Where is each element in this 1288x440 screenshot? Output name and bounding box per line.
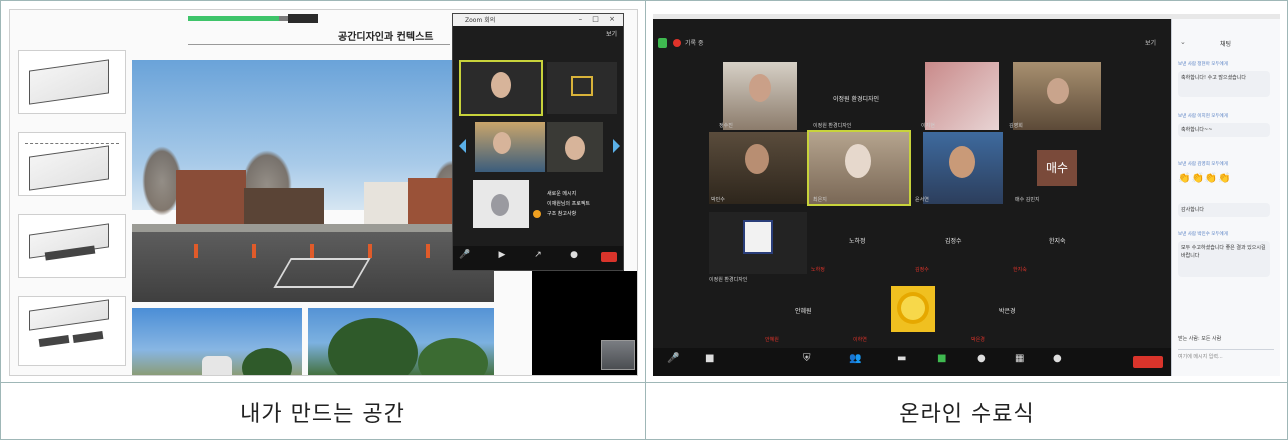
- video-tile-4[interactable]: [1013, 62, 1101, 130]
- column-divider: [645, 0, 646, 440]
- tile-text: 한지숙: [1049, 238, 1066, 245]
- record-icon[interactable]: ●: [569, 250, 579, 260]
- participant-name: 이정원 환경디자인: [709, 277, 748, 283]
- video-tile-7[interactable]: [923, 132, 1003, 204]
- collapse-icon[interactable]: ⌄: [1180, 38, 1186, 46]
- thumbnail-window[interactable]: [601, 340, 635, 370]
- chat-input[interactable]: 여기에 메시지 입력...: [1178, 353, 1223, 360]
- chat-sender: 보낸 사람 이지현 모두에게: [1178, 114, 1228, 119]
- zoom-toolbar: 🎤 ▶ ↗ ●: [453, 246, 623, 270]
- tile-text: 김정수: [945, 238, 962, 245]
- chat-message: 모두 수고하셨습니다 좋은 결과 있으시길 바랍니다: [1178, 241, 1270, 277]
- camera-icon[interactable]: ■: [705, 353, 714, 364]
- diagram-3: [18, 214, 126, 278]
- name-badge: 매수: [1037, 150, 1077, 186]
- chat-recipient[interactable]: 받는 사람: 모든 사람: [1178, 335, 1221, 342]
- chat-sender: 보낸 사람 박민수 모두에게: [1178, 232, 1228, 237]
- participant-name: 최은지: [813, 197, 827, 203]
- reactions-icon[interactable]: ●: [1053, 353, 1062, 364]
- view-button[interactable]: 보기: [1145, 38, 1156, 47]
- zoom-window-title: Zoom 회의: [465, 17, 496, 24]
- participant-name: 김정수: [915, 267, 929, 273]
- prev-page-arrow-icon[interactable]: [459, 139, 466, 153]
- diagram-1: [18, 50, 126, 114]
- record-icon[interactable]: ●: [977, 353, 986, 364]
- camera-icon[interactable]: ▶: [497, 250, 507, 260]
- participant-name: 윤서연: [915, 197, 929, 203]
- chat-message: 감사합니다: [1178, 203, 1270, 217]
- zoom-chat-preview: 새로운 메시지 이재원님의 프로젝트 구조 참고사항: [547, 191, 590, 217]
- participant-name: 매수 김민지: [1015, 197, 1040, 203]
- window-controls[interactable]: – □ ×: [579, 15, 619, 23]
- chat-sender: 보낸 사람 정현아 모두에게: [1178, 62, 1228, 67]
- diagram-4: [18, 296, 126, 366]
- school-logo-icon: [743, 220, 773, 254]
- video-tile-8[interactable]: 매수: [1013, 132, 1101, 204]
- caption-left: 내가 만드는 공간: [240, 401, 405, 427]
- end-button[interactable]: [601, 252, 617, 262]
- diagram-2: [18, 132, 126, 196]
- chat-input-line: [1178, 349, 1274, 350]
- mic-icon[interactable]: 🎤: [667, 353, 679, 364]
- security-icon[interactable]: ⛨: [803, 353, 811, 364]
- chat-message: 축하합니다! 수고 많으셨습니다: [1178, 71, 1270, 97]
- view-button[interactable]: 보기: [606, 29, 617, 38]
- tile-text: 이정원 환경디자인: [833, 96, 880, 103]
- tile-text: 노하정: [849, 238, 866, 245]
- zoom-toolbar: 🎤 ■ ⛨ 👥 ▬ ■ ● ▦ ●: [653, 348, 1171, 376]
- participant-name: 이지현: [921, 123, 935, 129]
- recording-label: 기록 중: [685, 40, 704, 47]
- chat-message: 축하합니다~~: [1178, 123, 1270, 137]
- tile-text: 안혜원: [795, 308, 812, 315]
- sharing-tag: [288, 14, 318, 23]
- participant-name: 김영희: [1009, 123, 1023, 129]
- participant-tile-4[interactable]: [473, 180, 529, 228]
- photo-trees: [308, 308, 494, 375]
- screenshot-online-ceremony: 기록 중 보기 정수진 이정원 환경디자인 이정원 환경디자인 이지현 김영희 …: [653, 14, 1280, 376]
- participants-icon[interactable]: 👥: [849, 353, 861, 364]
- zoom-titlebar: Zoom 회의 – □ ×: [453, 14, 623, 26]
- participant-name: 박은경: [971, 337, 985, 343]
- zoom-meeting-window[interactable]: Zoom 회의 – □ × 보기 새로운 메시지 이재원님의 프로젝트 구조 참…: [452, 13, 624, 271]
- participant-name: 박민수: [711, 197, 725, 203]
- building-photo: [132, 60, 494, 302]
- video-tile-flower[interactable]: [891, 286, 935, 332]
- participant-name: 안혜원: [765, 337, 779, 343]
- photo-building-detail: [132, 308, 302, 375]
- shield-icon[interactable]: [658, 38, 667, 48]
- chat-sender: 보낸 사람 김영희 모두에게: [1178, 162, 1228, 167]
- share-screen-icon[interactable]: ■: [937, 353, 946, 364]
- screenshot-design-session: 공간디자인과 컨텍스트 Zoom 회의 – □ × 보기 새로운 메시지 이재원…: [9, 9, 638, 376]
- end-meeting-button[interactable]: [1133, 356, 1163, 368]
- participant-name: 노하정: [811, 267, 825, 273]
- participant-tile-logo[interactable]: [547, 62, 617, 114]
- slide-title: 공간디자인과 컨텍스트: [338, 32, 434, 43]
- chat-icon[interactable]: ▬: [897, 353, 906, 364]
- next-page-arrow-icon[interactable]: [613, 139, 620, 153]
- video-tile-9[interactable]: [709, 212, 807, 274]
- video-tile-active-speaker[interactable]: [807, 130, 911, 206]
- video-tile-3[interactable]: [925, 62, 999, 130]
- chat-emoji: 👏👏👏👏: [1178, 173, 1232, 184]
- tile-text: 박은경: [999, 308, 1016, 315]
- participant-tile-2[interactable]: [475, 122, 545, 172]
- share-icon[interactable]: ↗: [533, 250, 543, 260]
- caption-right: 온라인 수료식: [899, 401, 1035, 427]
- record-indicator-icon: [673, 39, 681, 47]
- title-underline: [188, 44, 450, 45]
- participant-name: 이하연: [853, 337, 867, 343]
- participant-name: 한지숙: [1013, 267, 1027, 273]
- participant-tile-speaker[interactable]: [459, 60, 543, 116]
- apps-icon[interactable]: ▦: [1015, 353, 1024, 364]
- chat-title: 채팅: [1220, 41, 1232, 48]
- video-tile-1[interactable]: [723, 62, 797, 130]
- video-tile-5[interactable]: [709, 132, 807, 204]
- participant-name: 이정원 환경디자인: [813, 123, 852, 129]
- section-diagrams: [18, 50, 126, 372]
- participant-tile-3[interactable]: [547, 122, 603, 172]
- chat-panel: ⌄ 채팅 보낸 사람 정현아 모두에게 축하합니다! 수고 많으셨습니다 보낸 …: [1171, 19, 1280, 376]
- mic-icon[interactable]: 🎤: [459, 250, 470, 260]
- participant-name: 정수진: [719, 123, 733, 129]
